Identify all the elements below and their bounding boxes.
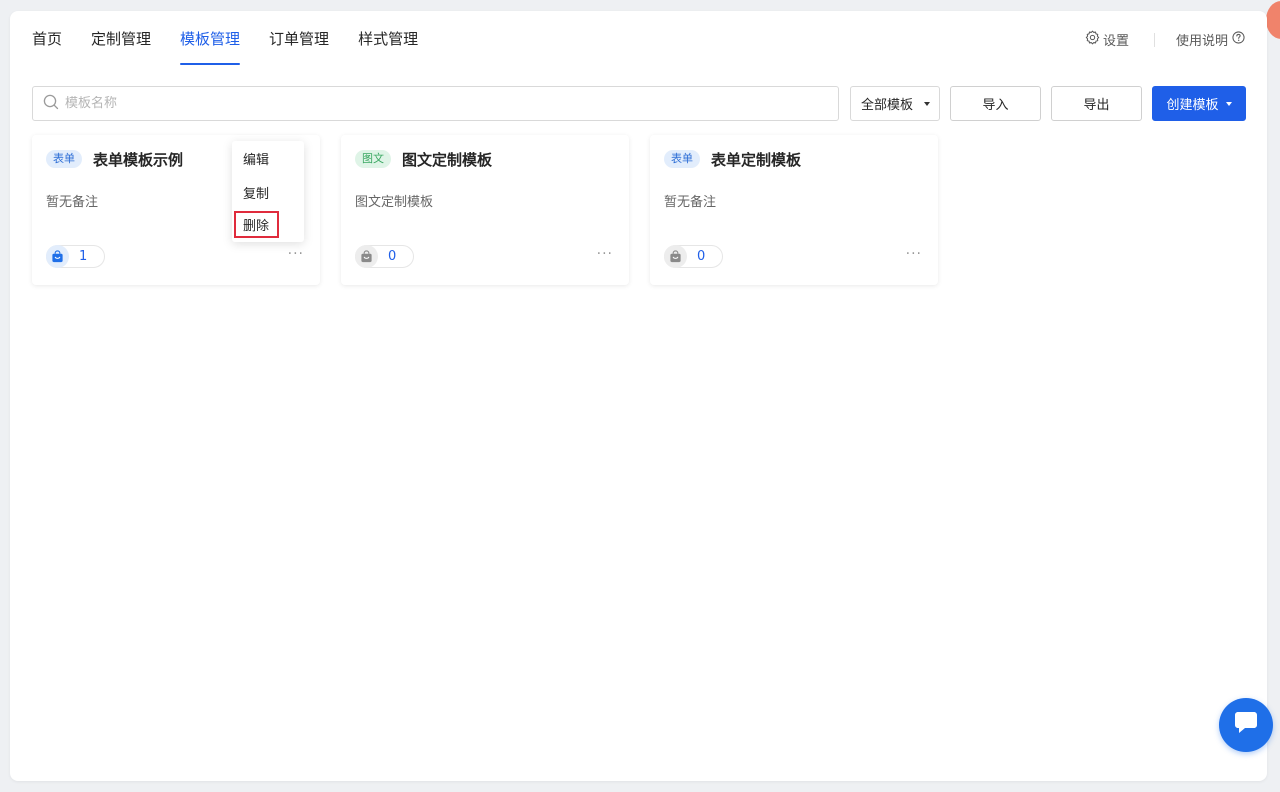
create-template-button[interactable]: 创建模板: [1152, 86, 1246, 121]
template-filter-select[interactable]: 全部模板: [850, 86, 940, 121]
shopping-bag-icon: [664, 245, 687, 268]
caret-down-icon: [1225, 101, 1232, 106]
shopping-bag-icon: [355, 245, 378, 268]
card-note: 暂无备注: [46, 195, 99, 210]
count-value: 0: [697, 249, 706, 264]
help-link[interactable]: 使用说明: [1176, 30, 1245, 49]
corner-badge[interactable]: [1266, 1, 1280, 39]
caret-down-icon: [924, 101, 930, 106]
nav-customize-management[interactable]: 定制管理: [91, 29, 151, 65]
card-usage-count: 0: [355, 245, 414, 268]
nav-style-management[interactable]: 样式管理: [358, 29, 418, 65]
top-nav: 首页 定制管理 模板管理 订单管理 样式管理: [32, 29, 418, 65]
import-button[interactable]: 导入: [950, 86, 1041, 121]
count-value: 0: [388, 249, 397, 264]
nav-order-management[interactable]: 订单管理: [269, 29, 329, 65]
card-title: 表单定制模板: [711, 151, 802, 169]
card-action-menu: 编辑 复制 删除: [232, 141, 304, 242]
header-divider: [1153, 32, 1155, 47]
card-usage-count: 1: [46, 245, 105, 268]
question-circle-icon: [1232, 31, 1245, 48]
template-card[interactable]: 表单 表单定制模板 暂无备注 0 ···: [650, 135, 938, 285]
card-type-tag: 表单: [46, 150, 82, 168]
card-type-tag: 图文: [355, 150, 391, 168]
search-box[interactable]: [32, 86, 839, 121]
template-card[interactable]: 图文 图文定制模板 图文定制模板 0 ···: [341, 135, 629, 285]
card-title: 图文定制模板: [402, 151, 493, 169]
more-icon[interactable]: ···: [906, 246, 922, 262]
card-type-tag: 表单: [664, 150, 700, 168]
nav-template-management[interactable]: 模板管理: [180, 29, 241, 65]
filter-value: 全部模板: [861, 98, 914, 113]
chat-support-button[interactable]: [1219, 698, 1273, 752]
search-input[interactable]: [65, 96, 838, 111]
gear-icon: [1085, 30, 1100, 49]
settings-link[interactable]: 设置: [1085, 30, 1129, 49]
help-label: 使用说明: [1175, 34, 1228, 49]
menu-item-delete[interactable]: 删除: [234, 211, 279, 238]
menu-item-edit[interactable]: 编辑: [243, 149, 269, 168]
menu-item-copy[interactable]: 复制: [243, 183, 269, 202]
card-note: 图文定制模板: [355, 195, 434, 210]
header-actions: 设置 使用说明: [1085, 30, 1245, 49]
more-icon[interactable]: ···: [288, 246, 304, 262]
create-template-label: 创建模板: [1166, 98, 1219, 113]
toolbar: 全部模板 导入 导出 创建模板: [32, 86, 1246, 121]
settings-label: 设置: [1102, 34, 1129, 49]
card-usage-count: 0: [664, 245, 723, 268]
card-note: 暂无备注: [664, 195, 717, 210]
count-value: 1: [79, 249, 88, 264]
chat-bubble-icon: [1232, 710, 1260, 740]
more-icon[interactable]: ···: [597, 246, 613, 262]
nav-home[interactable]: 首页: [32, 29, 62, 65]
search-icon: [43, 94, 59, 114]
export-button[interactable]: 导出: [1051, 86, 1142, 121]
main-panel: 首页 定制管理 模板管理 订单管理 样式管理 设置 使用说明 模板名称 全部模板…: [10, 11, 1273, 781]
shopping-bag-icon: [46, 245, 69, 268]
card-title: 表单模板示例: [93, 151, 184, 169]
